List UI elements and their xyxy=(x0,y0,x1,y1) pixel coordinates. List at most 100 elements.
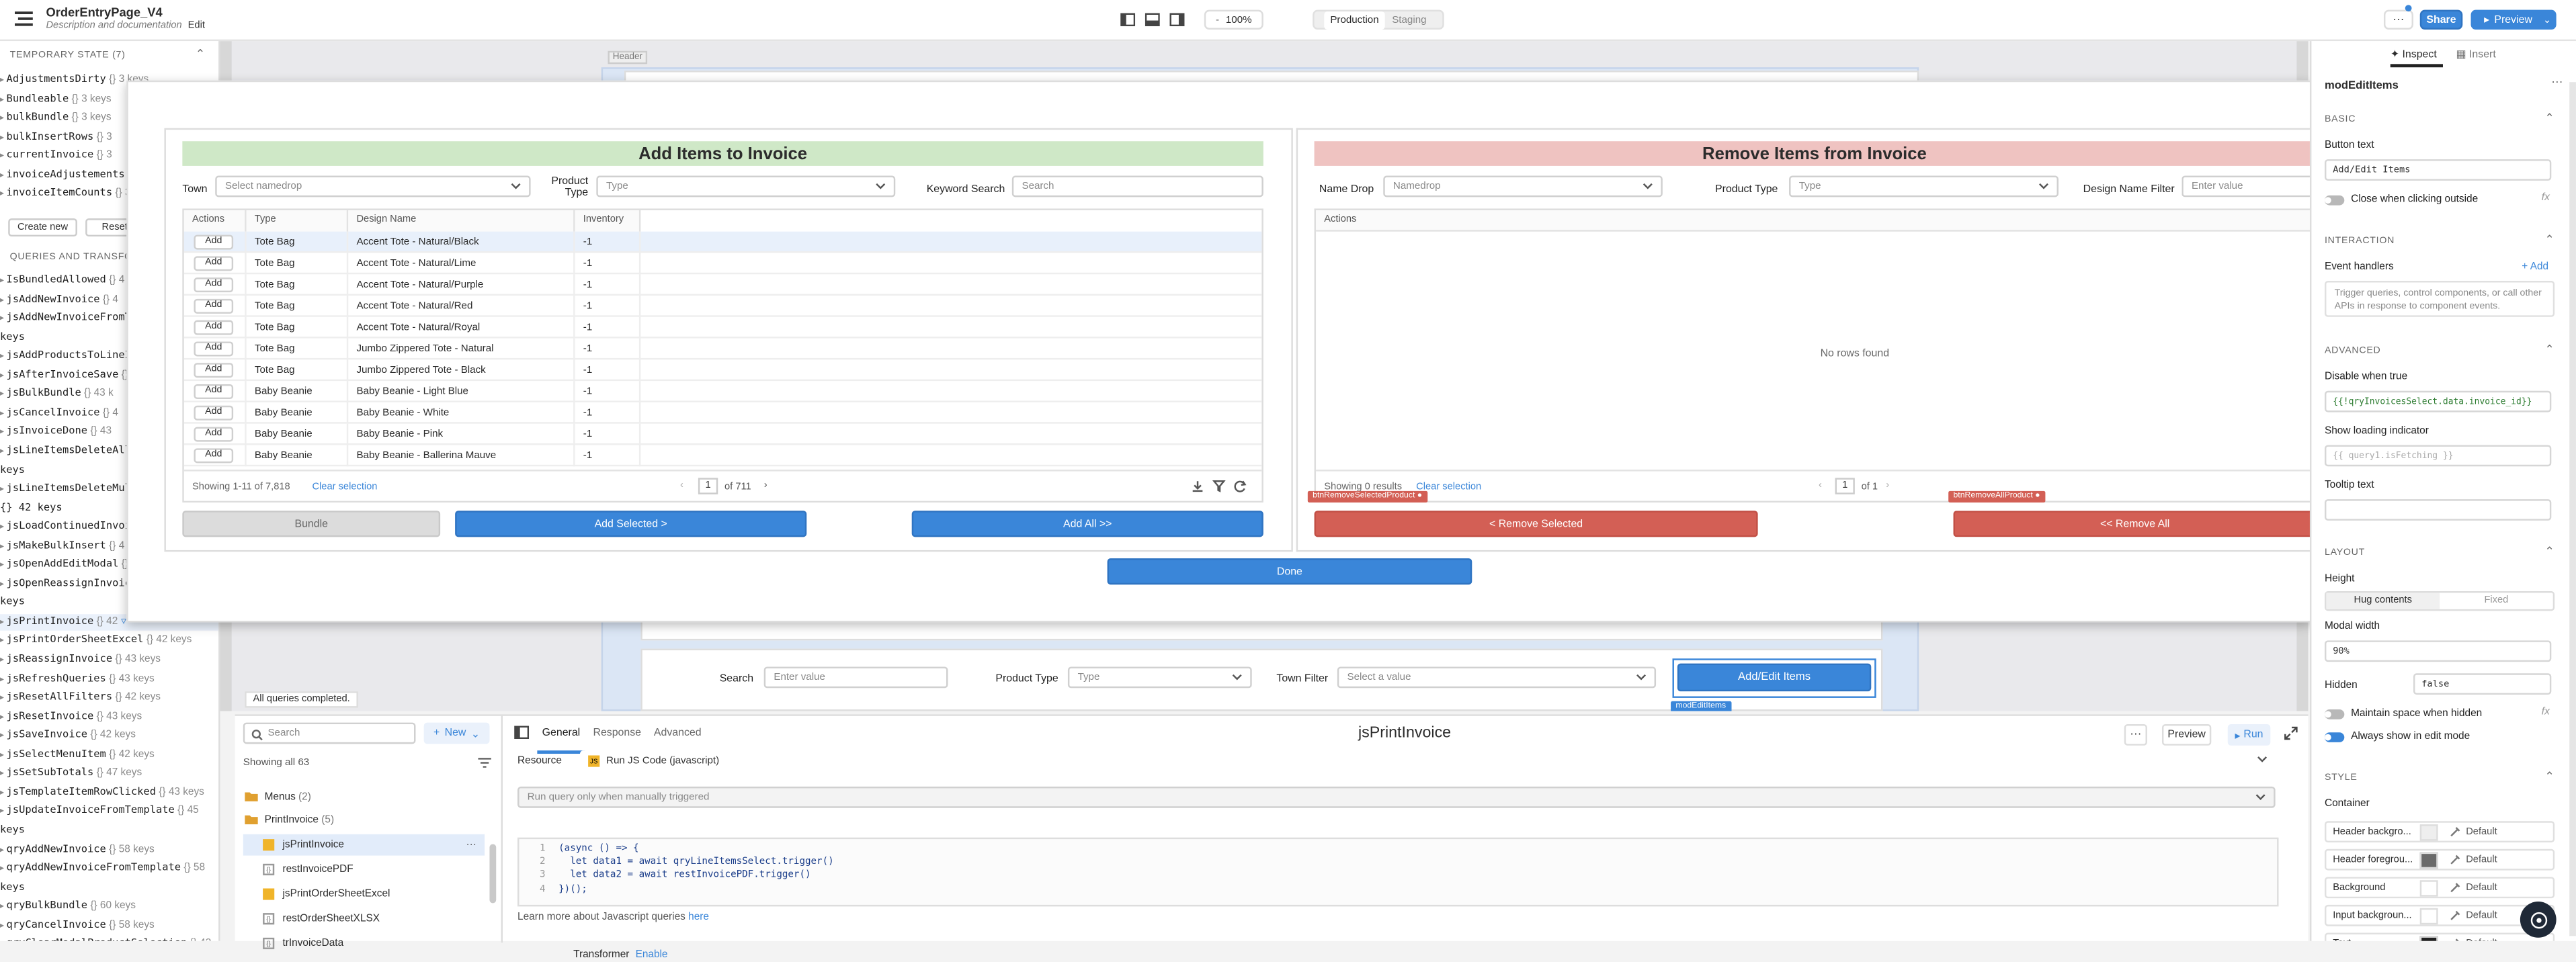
inspector-scrollbar[interactable] xyxy=(2569,82,2576,936)
query-folder[interactable]: Menus (2) xyxy=(245,791,311,803)
query-expand-icon[interactable]: ▸ xyxy=(0,428,7,438)
state-item[interactable]: ▸ bulkBundle {} 3 keys xyxy=(0,110,112,126)
color-setting-row[interactable]: Text Default xyxy=(2324,932,2555,941)
query-item[interactable]: ▸ jsLineItemsDeleteAllV xyxy=(0,443,137,460)
add-row-button[interactable]: Add xyxy=(194,363,234,378)
color-swatch[interactable] xyxy=(2419,908,2438,925)
btn-remove-selected-tag[interactable]: btnRemoveSelectedProduct ● xyxy=(1307,490,1427,503)
editor-tab[interactable]: Advanced xyxy=(654,728,702,739)
state-item[interactable]: ▸ currentInvoice {} 3 xyxy=(0,148,112,164)
color-swatch[interactable] xyxy=(2419,852,2438,869)
enable-transformer-link[interactable]: Enable xyxy=(636,949,668,961)
query-item[interactable]: ▸ IsBundledAllowed {} 4 xyxy=(0,273,124,289)
search-input[interactable]: Enter value xyxy=(763,666,948,689)
close-outside-toggle[interactable] xyxy=(2324,195,2345,206)
state-item[interactable]: ▸ bulkInsertRows {} 3 xyxy=(0,129,112,145)
add-row-button[interactable]: Add xyxy=(194,405,234,421)
query-expand-icon[interactable]: ▸ xyxy=(0,276,7,286)
remove-page-input[interactable]: 1 xyxy=(1835,478,1855,494)
query-item[interactable]: ▸ jsBulkBundle {} 43 k xyxy=(0,386,114,402)
chevron-down-icon[interactable]: ⌄ xyxy=(2543,14,2551,26)
state-item[interactable]: ▸ invoiceAdjustements {} 3 xyxy=(0,167,143,183)
table-row[interactable]: Add Baby Beanie Baby Beanie - Ballerina Ma… xyxy=(183,445,1262,467)
editor-tab[interactable]: General xyxy=(542,728,581,739)
table-row[interactable]: Add Tote Bag Jumbo Zippered Tote - Natural… xyxy=(183,338,1262,360)
query-expand-icon[interactable]: ▸ xyxy=(0,523,7,533)
file-more-icon[interactable]: ··· xyxy=(466,834,476,856)
collapse-icon[interactable]: ⌃ xyxy=(2545,112,2554,125)
query-item[interactable]: keys xyxy=(0,879,25,895)
query-expand-icon[interactable]: ▸ xyxy=(0,560,7,570)
add-row-button[interactable]: Add xyxy=(194,298,234,314)
query-file-item[interactable]: {} restOrderSheetXLSX xyxy=(243,908,485,930)
query-item[interactable]: ▸ jsInvoiceDone {} 43 xyxy=(0,425,112,441)
eyedropper-icon[interactable] xyxy=(2450,938,2461,941)
add-clear-selection-link[interactable]: Clear selection xyxy=(312,483,377,493)
color-setting-row[interactable]: Header backgro... Default xyxy=(2324,821,2555,843)
code-editor[interactable]: 1 (async () => {2 let data1 = await qryLi… xyxy=(517,837,2279,907)
add-row-button[interactable]: Add xyxy=(194,277,234,293)
add-row-button[interactable]: Add xyxy=(194,234,234,250)
query-expand-icon[interactable]: ▸ xyxy=(0,579,7,589)
query-item[interactable]: ▸ jsSelectMenuItem {} 42 keys xyxy=(0,747,155,763)
add-row-button[interactable]: Add xyxy=(194,320,234,335)
expand-icon[interactable] xyxy=(2284,726,2298,740)
query-item[interactable]: ▸ qryClearModalProductSelection {} 43 xyxy=(0,936,211,941)
keyword-search-input[interactable]: Search xyxy=(1011,175,1263,198)
state-expand-icon[interactable]: ▸ xyxy=(0,189,7,199)
query-item[interactable]: ▸ jsTemplateItemRowClicked {} 43 keys xyxy=(0,785,204,801)
state-item[interactable]: ▸ invoiceItemCounts {} 3 xyxy=(0,185,131,202)
query-folder[interactable]: PrintInvoice (5) xyxy=(245,814,334,826)
preview-button[interactable]: ▸ Preview ⌄ xyxy=(2470,9,2557,30)
filter-icon[interactable]: ▿ xyxy=(121,615,126,627)
town-select[interactable]: Select namedrop xyxy=(215,175,531,198)
query-item[interactable]: ▸ jsMakeBulkInsert {} 4 xyxy=(0,538,124,554)
query-expand-icon[interactable]: ▸ xyxy=(0,750,7,760)
disable-when-input[interactable]: {{!qryInvoicesSelect.data.invoice_id}} xyxy=(2324,390,2552,412)
add-event-handler-button[interactable]: + Add xyxy=(2522,261,2548,273)
eyedropper-icon[interactable] xyxy=(2450,910,2461,921)
state-expand-icon[interactable]: ▸ xyxy=(0,95,7,105)
state-expand-icon[interactable]: ▸ xyxy=(0,75,7,85)
color-swatch[interactable] xyxy=(2419,824,2438,841)
create-new-button[interactable]: Create new xyxy=(8,218,77,237)
bottom-panel-icon[interactable] xyxy=(1145,13,1160,27)
query-expand-icon[interactable]: ▸ xyxy=(0,693,7,703)
table-row[interactable]: Add Tote Bag Accent Tote - Natural/Lime -1 xyxy=(183,253,1262,275)
query-item[interactable]: ▸ jsPrintOrderSheetExcel {} 42 keys xyxy=(0,633,192,649)
query-name[interactable]: jsPrintInvoice xyxy=(1220,724,1589,742)
toggle-sidebar-icon[interactable] xyxy=(514,726,530,740)
state-expand-icon[interactable]: ▸ xyxy=(0,151,7,161)
query-expand-icon[interactable]: ▸ xyxy=(0,655,7,665)
query-item[interactable]: ▸ jsLoadContinuedInvoice xyxy=(0,519,143,535)
query-item[interactable]: ▸ jsAddProductsToLineIte xyxy=(0,349,143,365)
hidden-input[interactable]: false xyxy=(2413,673,2552,695)
add-row-button[interactable]: Add xyxy=(194,427,234,442)
town-filter-select[interactable]: Select a value xyxy=(1337,666,1657,689)
collapse-icon[interactable]: ⌃ xyxy=(2545,343,2554,356)
column-header[interactable]: Design Name xyxy=(348,210,575,232)
query-item[interactable]: ▸ qryCancelInvoice {} 58 keys xyxy=(0,918,155,934)
done-button[interactable]: Done xyxy=(1107,558,1472,585)
eyedropper-icon[interactable] xyxy=(2450,826,2461,838)
remove-all-button[interactable]: << Remove All xyxy=(1953,511,2315,537)
query-expand-icon[interactable]: ▸ xyxy=(0,541,7,552)
query-item[interactable]: ▸ jsOpenReassignInvoice xyxy=(0,576,137,593)
maintain-space-toggle[interactable] xyxy=(2324,709,2345,719)
collapse-icon[interactable]: ⌃ xyxy=(2545,233,2554,247)
query-expand-icon[interactable]: ▸ xyxy=(0,390,7,400)
resource-select[interactable]: JS Run JS Code (javascript) xyxy=(579,750,2276,772)
query-expand-icon[interactable]: ▸ xyxy=(0,636,7,646)
new-query-button[interactable]: + New ⌄ xyxy=(423,722,490,744)
bundle-button[interactable]: Bundle xyxy=(182,511,441,537)
product-type-select[interactable]: Type xyxy=(1067,666,1252,689)
env-staging-tab[interactable]: Staging xyxy=(1385,11,1433,29)
collapse-icon[interactable]: ⌃ xyxy=(2545,770,2554,783)
query-file-item[interactable]: {} restInvoicePDF xyxy=(243,859,485,880)
trigger-mode-select[interactable]: Run query only when manually triggered xyxy=(517,786,2276,808)
query-expand-icon[interactable]: ▸ xyxy=(0,484,7,494)
table-row[interactable]: Add Tote Bag Accent Tote - Natural/Royal -1 xyxy=(183,316,1262,339)
query-expand-icon[interactable]: ▸ xyxy=(0,788,7,798)
query-item[interactable]: ▸ jsSaveInvoice {} 42 keys xyxy=(0,728,136,744)
color-swatch[interactable] xyxy=(2419,936,2438,941)
